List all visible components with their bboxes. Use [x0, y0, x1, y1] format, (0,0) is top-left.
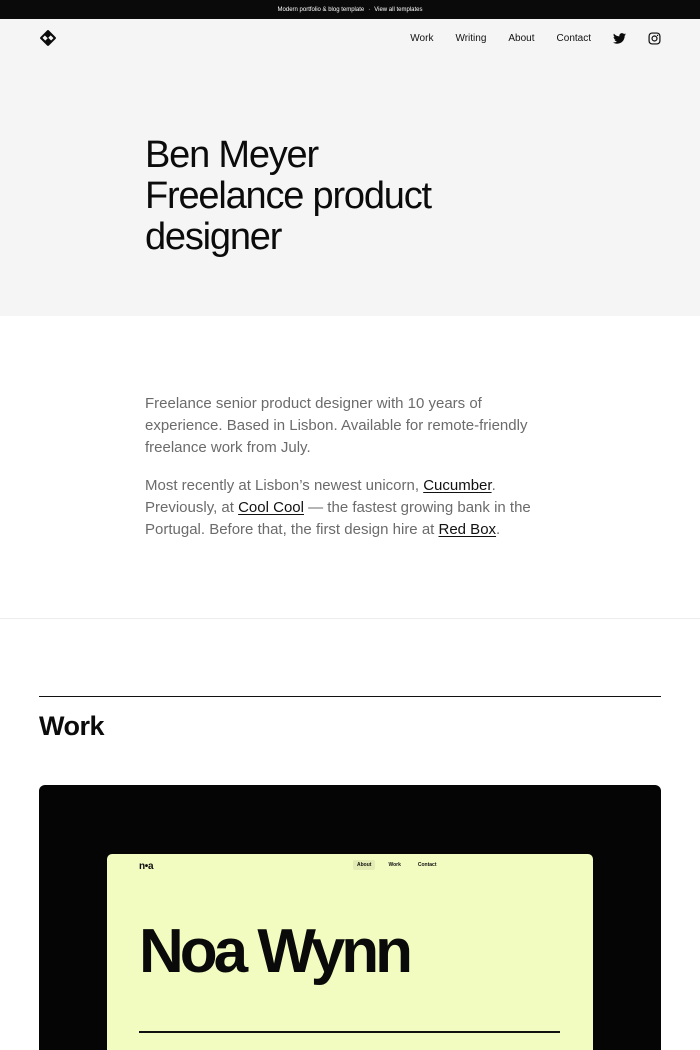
- cool-cool-link[interactable]: Cool Cool: [238, 499, 304, 516]
- preview-links: About Work Contact: [353, 860, 441, 870]
- preview-link-contact: Contact: [417, 862, 437, 868]
- work-heading: Work: [39, 711, 105, 741]
- work-section: Work n•a About Work Contact Noa Wynn: [0, 619, 700, 1050]
- nav-item-work[interactable]: Work: [410, 33, 433, 44]
- bio-paragraph-1: Freelance senior product designer with 1…: [145, 395, 528, 456]
- bio-section: Freelance senior product designer with 1…: [0, 316, 700, 619]
- hero-title: Ben Meyer Freelance product designer: [145, 134, 432, 258]
- nav-item-contact[interactable]: Contact: [557, 33, 591, 44]
- instagram-icon[interactable]: [648, 31, 661, 45]
- announcement-separator: ·: [368, 6, 371, 13]
- bio-text: Most recently at Lisbon’s newest unicorn…: [145, 477, 424, 494]
- preview-title: Noa Wynn: [139, 917, 413, 986]
- nav-links: Work Writing About Contact: [410, 31, 661, 45]
- hero-title-line-3: designer: [145, 216, 282, 258]
- announcement-bar: Modern portfolio & blog template · View …: [0, 0, 700, 19]
- hero-section: Work Writing About Contact Ben Meyer Fre…: [0, 19, 700, 316]
- bio-paragraph-2: Most recently at Lisbon’s newest unicorn…: [145, 475, 545, 541]
- nav-item-about[interactable]: About: [508, 33, 534, 44]
- top-nav: Work Writing About Contact: [0, 19, 700, 57]
- preview-link-work: Work: [388, 862, 401, 868]
- hero-title-line-1: Ben Meyer: [145, 134, 319, 176]
- nav-item-writing[interactable]: Writing: [455, 33, 486, 44]
- view-all-templates-link[interactable]: View all templates: [374, 7, 422, 13]
- work-card[interactable]: n•a About Work Contact Noa Wynn: [39, 785, 661, 1050]
- preview-link-about: About: [353, 860, 376, 870]
- red-box-link[interactable]: Red Box: [439, 521, 497, 538]
- announcement-text: Modern portfolio & blog template: [277, 6, 365, 13]
- hero-title-line-2: Freelance product: [145, 175, 432, 217]
- preview-nav: n•a About Work Contact: [107, 854, 593, 878]
- bio-text: .: [496, 521, 501, 538]
- diamond-logo-icon[interactable]: [39, 29, 57, 47]
- twitter-icon[interactable]: [613, 32, 626, 45]
- preview-logo: n•a: [139, 860, 154, 872]
- preview-divider: [139, 1031, 560, 1033]
- work-card-preview: n•a About Work Contact Noa Wynn: [107, 854, 593, 1050]
- cucumber-link[interactable]: Cucumber: [423, 477, 491, 494]
- work-divider: [39, 696, 661, 697]
